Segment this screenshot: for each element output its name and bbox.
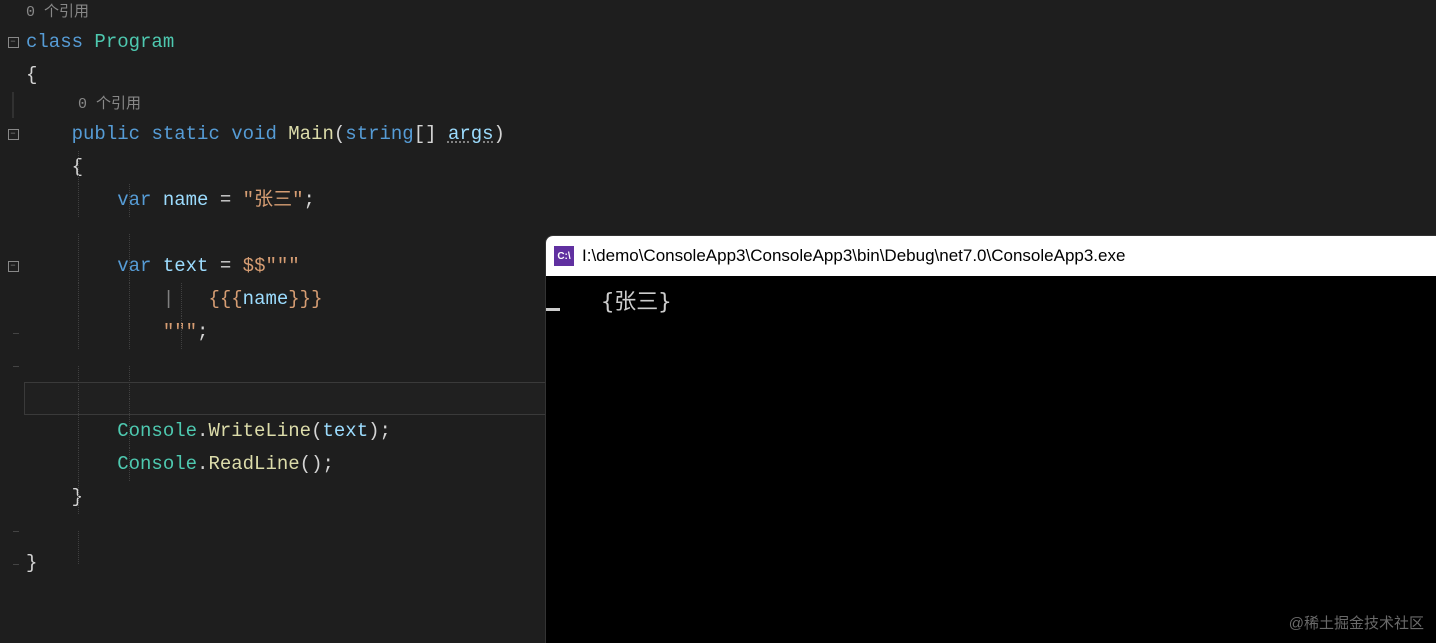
semi: ; bbox=[380, 420, 391, 442]
dot: . bbox=[197, 453, 208, 475]
code-line[interactable]: − public static void Main(string[] args) bbox=[0, 118, 1436, 151]
paren: ) bbox=[311, 453, 322, 475]
brace: } bbox=[26, 552, 37, 574]
fold-minus-icon[interactable]: − bbox=[8, 261, 19, 272]
code-line[interactable]: − class Program bbox=[0, 26, 1436, 59]
brace-open: {{{ bbox=[208, 288, 242, 310]
keyword-public: public bbox=[72, 123, 140, 145]
arg-text: text bbox=[322, 420, 368, 442]
paren: ( bbox=[300, 453, 311, 475]
code-line[interactable]: var name = "张三"; bbox=[0, 184, 1436, 217]
method-writeline: WriteLine bbox=[208, 420, 311, 442]
brace: { bbox=[26, 64, 37, 86]
param-type: string bbox=[345, 123, 413, 145]
var-name: text bbox=[163, 255, 209, 277]
assign: = bbox=[208, 255, 242, 277]
param-name: args bbox=[448, 123, 494, 145]
assign: = bbox=[208, 189, 242, 211]
console-window[interactable]: C:\ I:\demo\ConsoleApp3\ConsoleApp3\bin\… bbox=[545, 235, 1436, 643]
semi: ; bbox=[303, 189, 314, 211]
raw-indent-pipe: | bbox=[163, 288, 174, 310]
codelens-method[interactable]: 0 个引用 bbox=[0, 92, 1436, 118]
var-name: name bbox=[163, 189, 209, 211]
paren: ( bbox=[334, 123, 345, 145]
fold-minus-icon[interactable]: − bbox=[8, 129, 19, 140]
keyword-var: var bbox=[117, 255, 151, 277]
fold-minus-icon[interactable]: − bbox=[8, 37, 19, 48]
string-literal: "张三" bbox=[243, 189, 304, 211]
console-app-icon: C:\ bbox=[554, 246, 574, 266]
semi: ; bbox=[197, 321, 208, 343]
brackets: [] bbox=[414, 123, 437, 145]
watermark: @稀土掘金技术社区 bbox=[1289, 612, 1424, 633]
gutter bbox=[0, 92, 26, 118]
codelens-text: 0 个引用 bbox=[26, 0, 89, 26]
paren: ) bbox=[494, 123, 505, 145]
raw-close: """ bbox=[163, 321, 197, 343]
console-output-line: {张三} bbox=[601, 284, 1436, 316]
console-title: I:\demo\ConsoleApp3\ConsoleApp3\bin\Debu… bbox=[582, 246, 1125, 266]
keyword-static: static bbox=[151, 123, 219, 145]
codelens-text: 0 个引用 bbox=[26, 92, 141, 118]
class-name: Program bbox=[94, 31, 174, 53]
paren: ( bbox=[311, 420, 322, 442]
code-line[interactable]: { bbox=[0, 151, 1436, 184]
keyword-class: class bbox=[26, 31, 83, 53]
raw-open: """ bbox=[265, 255, 299, 277]
fold-gutter[interactable]: − bbox=[0, 37, 26, 48]
code-line[interactable]: { bbox=[0, 59, 1436, 92]
brace-close: }}} bbox=[288, 288, 322, 310]
console-cursor bbox=[546, 308, 560, 311]
dot: . bbox=[197, 420, 208, 442]
semi: ; bbox=[322, 453, 333, 475]
console-titlebar[interactable]: C:\ I:\demo\ConsoleApp3\ConsoleApp3\bin\… bbox=[546, 236, 1436, 276]
raw-prefix: $$ bbox=[243, 255, 266, 277]
paren: ) bbox=[368, 420, 379, 442]
fold-gutter[interactable]: − bbox=[0, 129, 26, 140]
interp-var: name bbox=[243, 288, 289, 310]
method-readline: ReadLine bbox=[208, 453, 299, 475]
gutter bbox=[0, 0, 26, 26]
fold-gutter[interactable]: − bbox=[0, 261, 26, 272]
keyword-var: var bbox=[117, 189, 151, 211]
console-body[interactable]: {张三} bbox=[546, 276, 1436, 316]
keyword-void: void bbox=[231, 123, 277, 145]
codelens-class[interactable]: 0 个引用 bbox=[0, 0, 1436, 26]
method-name: Main bbox=[288, 123, 334, 145]
